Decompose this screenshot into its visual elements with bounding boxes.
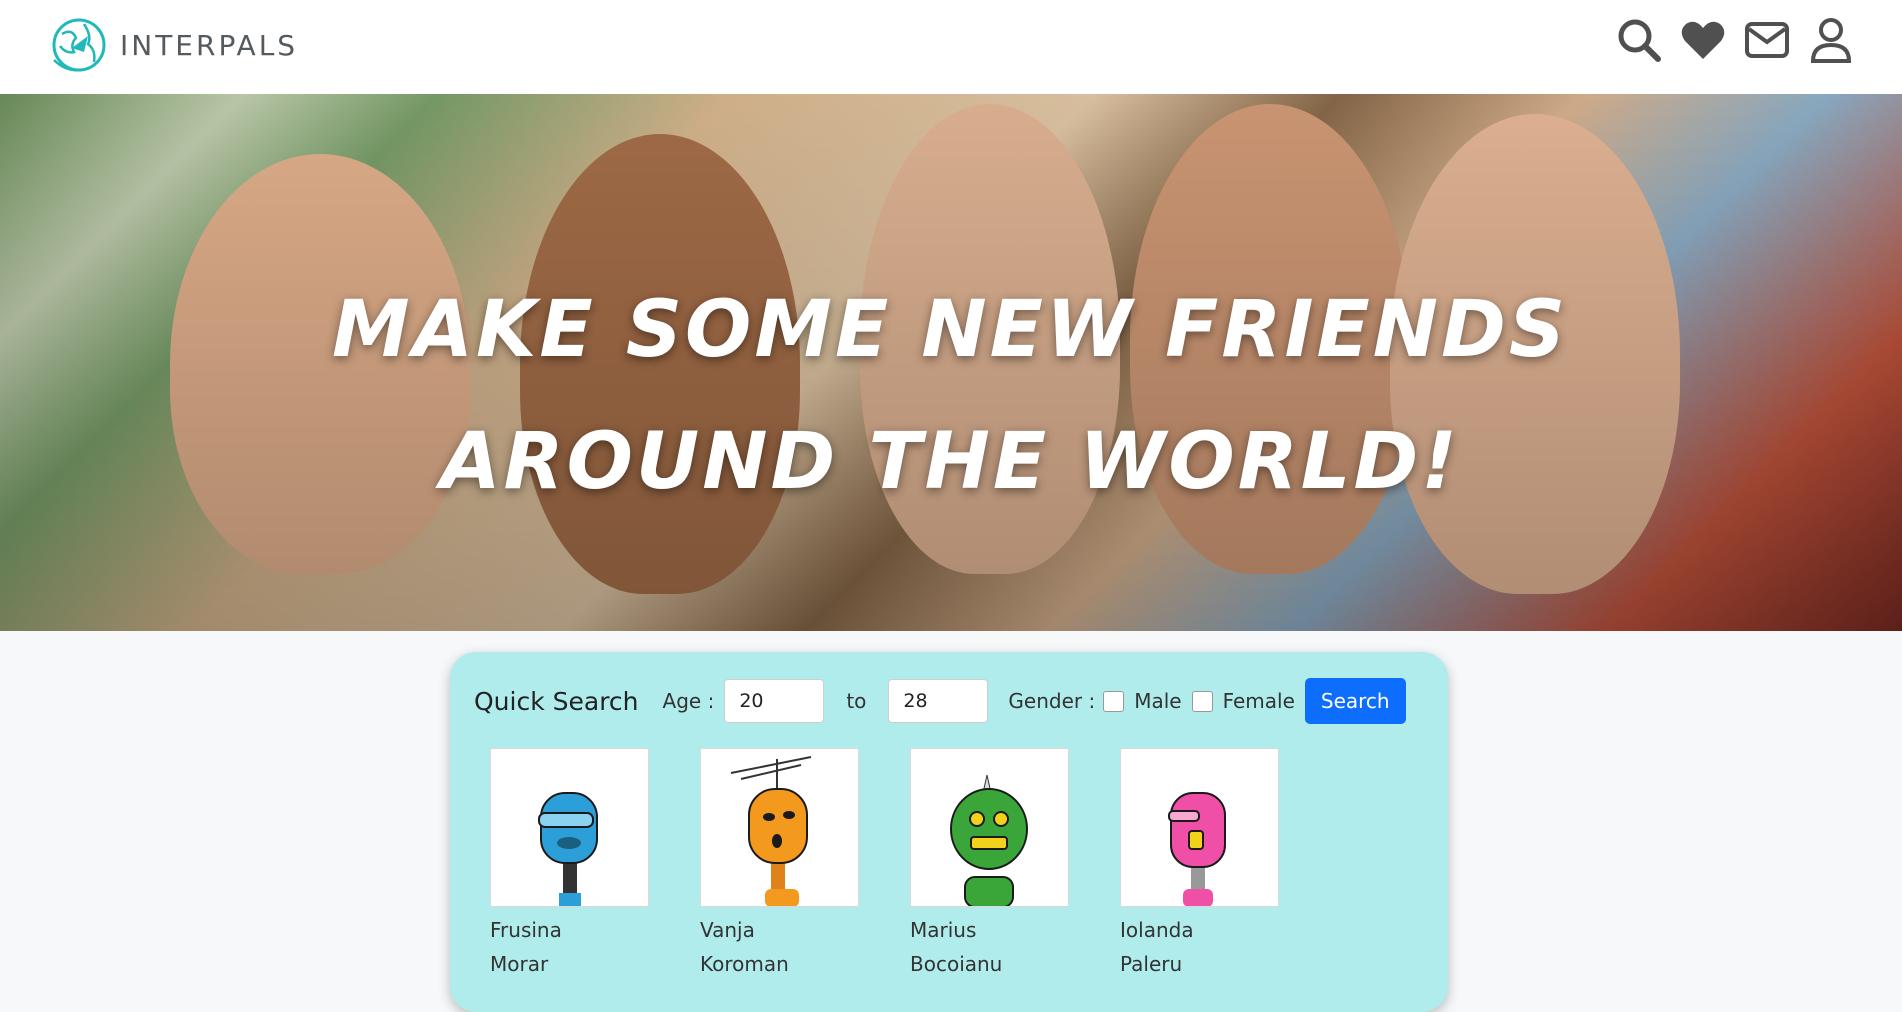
gender-label: Gender : bbox=[1008, 689, 1096, 713]
heart-icon[interactable] bbox=[1680, 16, 1726, 64]
female-label: Female bbox=[1222, 689, 1295, 713]
profile-first-name: Frusina bbox=[490, 918, 562, 942]
brand-name: INTERPALS bbox=[120, 28, 299, 62]
female-checkbox[interactable] bbox=[1191, 690, 1213, 712]
age-label: Age : bbox=[662, 689, 715, 713]
quick-search-title: Quick Search bbox=[474, 686, 639, 716]
age-min-input[interactable] bbox=[724, 679, 825, 723]
hero-headline: Make some new friends around the world! bbox=[331, 285, 1568, 507]
profile-card-list: Frusina Morar Vanja Koroman Marius Bocoi… bbox=[490, 748, 1279, 981]
profile-card[interactable]: Iolanda Paleru bbox=[1120, 748, 1279, 981]
profile-last-name: Koroman bbox=[700, 952, 789, 976]
hero-banner: Make some new friends around the world! bbox=[0, 94, 1902, 631]
profile-card[interactable]: Frusina Morar bbox=[490, 748, 649, 981]
globe-plane-logo-icon bbox=[52, 18, 106, 72]
nav-icon-group bbox=[1616, 16, 1854, 64]
profile-last-name: Paleru bbox=[1120, 952, 1183, 976]
brand-logo-link[interactable]: INTERPALS bbox=[48, 14, 298, 76]
robot-avatar-icon bbox=[1120, 748, 1279, 907]
mail-icon[interactable] bbox=[1744, 16, 1790, 64]
profile-first-name: Marius bbox=[910, 918, 977, 942]
robot-avatar-icon bbox=[700, 748, 859, 907]
profile-first-name: Vanja bbox=[700, 918, 755, 942]
age-max-input[interactable] bbox=[888, 679, 989, 723]
robot-avatar-icon bbox=[490, 748, 649, 907]
profile-last-name: Morar bbox=[490, 952, 549, 976]
search-icon[interactable] bbox=[1616, 16, 1662, 64]
age-to-label: to bbox=[846, 689, 867, 713]
quick-search-form: Quick Search Age : to Gender : Male Fema… bbox=[474, 678, 1406, 724]
male-label: Male bbox=[1134, 689, 1182, 713]
top-navbar: INTERPALS bbox=[0, 0, 1902, 94]
robot-avatar-icon bbox=[910, 748, 1069, 907]
user-icon[interactable] bbox=[1808, 16, 1854, 64]
profile-first-name: Iolanda bbox=[1120, 918, 1194, 942]
profile-card[interactable]: Marius Bocoianu bbox=[910, 748, 1069, 981]
male-checkbox[interactable] bbox=[1103, 690, 1125, 712]
profile-card[interactable]: Vanja Koroman bbox=[700, 748, 859, 981]
profile-last-name: Bocoianu bbox=[910, 952, 1003, 976]
quick-search-panel: Quick Search Age : to Gender : Male Fema… bbox=[450, 652, 1448, 1012]
search-button[interactable]: Search bbox=[1304, 678, 1406, 724]
